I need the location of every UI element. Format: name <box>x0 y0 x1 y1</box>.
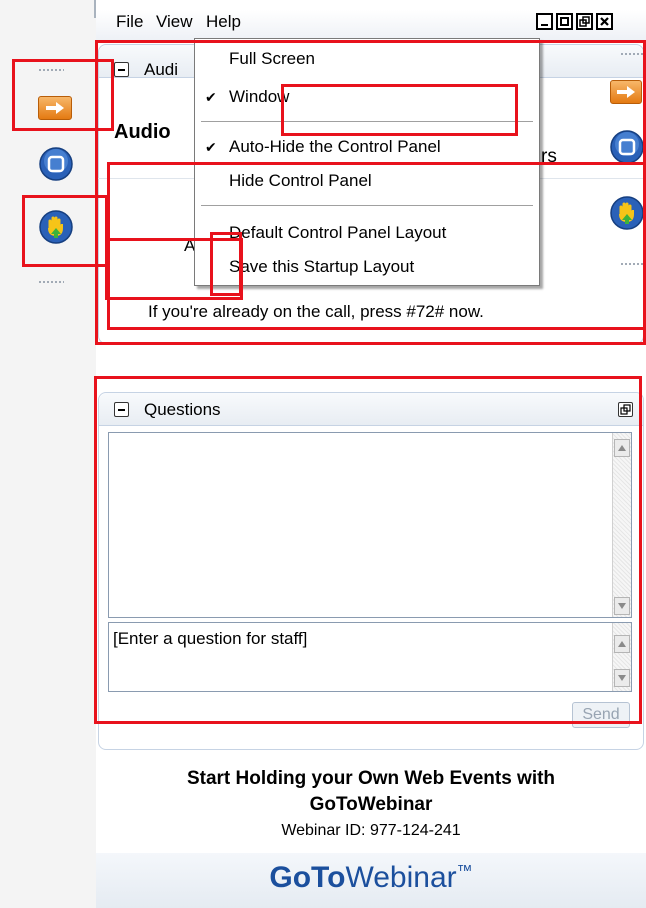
logo-part1: GoTo <box>269 861 346 894</box>
left-control-strip <box>0 0 96 908</box>
gotowebinar-logo: GoToWebinar™ <box>269 861 472 894</box>
maximize-icon <box>560 17 569 26</box>
promo-headline-line1[interactable]: Start Holding your Own Web Events with <box>98 768 644 790</box>
gotowebinar-logo-bar: GoToWebinar™ <box>96 853 646 908</box>
logo-tm: ™ <box>456 863 473 880</box>
restore-button[interactable] <box>576 13 593 30</box>
stop-button[interactable] <box>39 147 73 181</box>
promo-section: Start Holding your Own Web Events with G… <box>98 760 644 850</box>
menu-help[interactable]: Help <box>206 12 241 32</box>
menu-view[interactable]: View <box>156 12 193 32</box>
logo-part2: Webinar <box>345 861 457 894</box>
close-button[interactable] <box>596 13 613 30</box>
minimize-button[interactable] <box>536 13 553 30</box>
promo-headline-line2[interactable]: GoToWebinar <box>98 794 644 816</box>
annotation-box <box>281 84 518 136</box>
stop-icon <box>39 147 73 181</box>
restore-icon <box>579 16 590 27</box>
annotation-box <box>94 376 642 724</box>
annotation-box <box>210 232 242 296</box>
webinar-id: Webinar ID: 977-124-241 <box>281 822 461 839</box>
minimize-icon <box>541 24 548 26</box>
close-icon <box>600 17 609 26</box>
maximize-button[interactable] <box>556 13 573 30</box>
menu-file[interactable]: File <box>116 12 143 32</box>
grip-icon[interactable] <box>38 280 64 284</box>
